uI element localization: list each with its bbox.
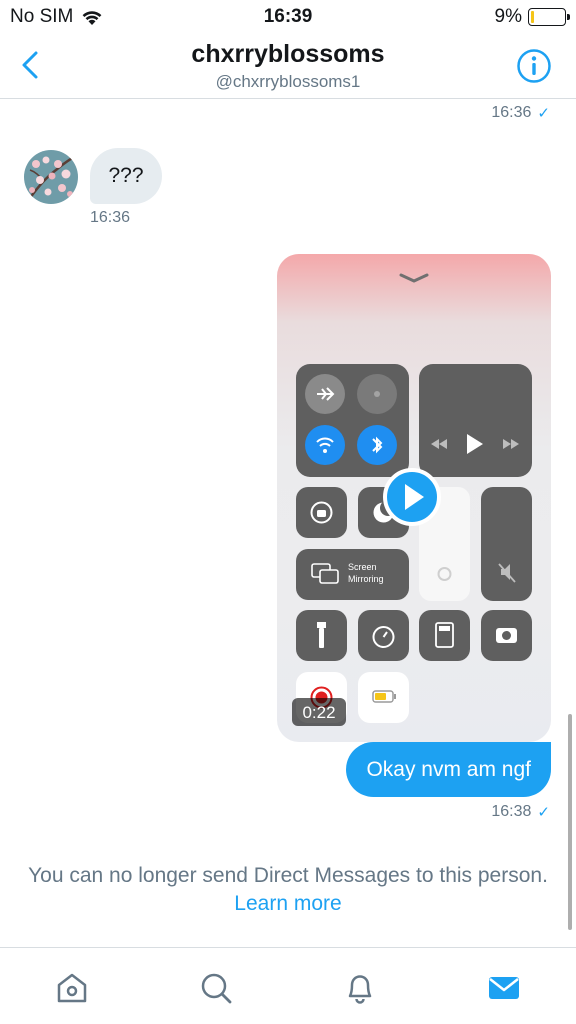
tab-search[interactable] [196, 968, 236, 1008]
info-icon [517, 49, 551, 83]
tab-bar [0, 947, 576, 1024]
scroll-indicator [568, 714, 572, 930]
screen-mirroring-label-1: Screen [348, 562, 377, 572]
status-time: 16:39 [263, 6, 313, 27]
screen-mirroring-label-2: Mirroring [348, 574, 384, 584]
incoming-message-time: 16:36 [90, 209, 131, 226]
home-icon [57, 973, 87, 1003]
mail-icon [489, 977, 519, 999]
conversation-handle: @chxrryblossoms1 [215, 72, 361, 91]
video-message[interactable]: Screen Mirroring 0:22 [277, 254, 551, 742]
tab-home[interactable] [52, 968, 92, 1008]
video-thumbnail: Screen Mirroring 0:22 [292, 273, 532, 726]
outgoing-message-bubble[interactable]: Okay nvm am ngf [346, 742, 551, 797]
search-icon [201, 973, 232, 1004]
outgoing-message-time: 16:38 ✓ [491, 803, 550, 821]
dm-restriction-notice: You can no longer send Direct Messages t… [0, 862, 576, 918]
previous-message-time: 16:36 ✓ [491, 104, 550, 122]
battery-fill [531, 11, 534, 23]
learn-more-link[interactable]: Learn more [234, 892, 341, 915]
battery-percent: 9% [494, 6, 522, 27]
avatar-image [24, 150, 78, 204]
video-duration: 0:22 [302, 703, 335, 722]
cellular-icon [374, 391, 380, 397]
notice-text: You can no longer send Direct Messages t… [28, 864, 548, 887]
read-check-icon: ✓ [537, 105, 550, 122]
conversation-title: chxrryblossoms [191, 40, 385, 68]
info-button[interactable] [516, 48, 552, 84]
tab-notifications[interactable] [340, 968, 380, 1008]
battery-icon [528, 8, 570, 26]
conversation-header: chxrryblossoms @chxrryblossoms1 [0, 34, 576, 99]
tab-messages[interactable] [484, 968, 524, 1008]
status-bar: No SIM 16:39 9% [0, 0, 576, 34]
bell-icon [348, 975, 372, 1004]
status-right: 9% [494, 6, 570, 28]
incoming-message-bubble[interactable]: ??? [90, 148, 162, 204]
flashlight-icon [317, 622, 326, 628]
avatar[interactable] [24, 150, 78, 204]
read-check-icon: ✓ [537, 804, 550, 821]
